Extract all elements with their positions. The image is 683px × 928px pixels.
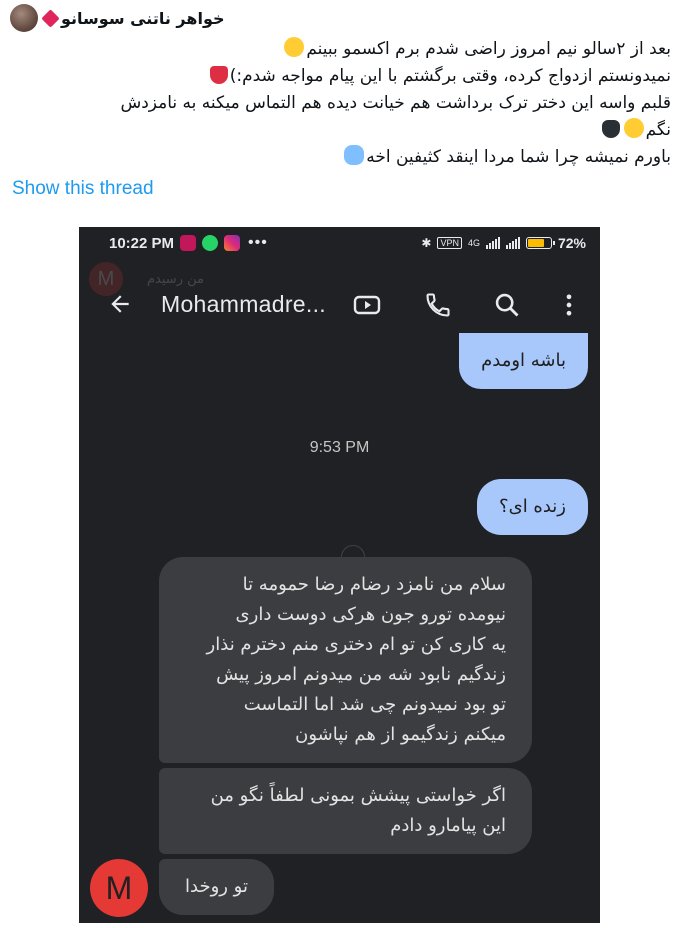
incoming-message[interactable]: سلام من نامزد رضام رضا حمومه تا نیومده ت… [159, 557, 532, 763]
tweet-line: قلبم واسه این دختر ترک برداشت هم خیانت د… [10, 90, 671, 117]
message-line: این پیامارو دادم [390, 815, 506, 836]
whatsapp-icon [202, 235, 219, 251]
signal-icon [485, 237, 500, 249]
black-heart-icon [601, 120, 620, 138]
tweet-line-text: بعد از ۲سالو نیم امروز راضی شدم برم اکسم… [306, 39, 671, 59]
phone-icon[interactable] [424, 291, 452, 319]
more-vert-icon[interactable] [555, 291, 583, 319]
battery-fill [527, 239, 544, 247]
incoming-message[interactable]: اگر خواستی پیشش بمونی لطفاً نگو من این پ… [159, 768, 532, 854]
attached-screenshot[interactable]: 10:22 PM ••• ✱ VPN 4G 72% M من رسیدم Moh… [79, 227, 600, 923]
show-thread-link[interactable]: Show this thread [12, 178, 154, 200]
more-notifications-icon: ••• [248, 234, 268, 251]
tweet-text: بعد از ۲سالو نیم امروز راضی شدم برم اکسم… [10, 36, 671, 171]
author-avatar[interactable] [10, 4, 38, 32]
vpn-badge: VPN [437, 237, 462, 249]
outgoing-message[interactable]: زنده ای؟ [477, 479, 588, 535]
battery-percent: 72% [557, 235, 586, 251]
tweet-line-text: نمیدونستم ازدواج کرده، وقتی برگشتم با ای… [229, 66, 671, 86]
status-indicators: ✱ VPN 4G 72% [421, 235, 586, 251]
tweet-line-text: قلبم واسه این دختر ترک برداشت هم خیانت د… [120, 93, 671, 113]
message-line: یه کاری کن تو ام دختری منم دخترم نذار [206, 634, 506, 655]
message-line: نیومده تورو جون هرکی دوست داری [235, 604, 506, 625]
conversation-app-bar: Mohammadre... [79, 279, 600, 329]
back-arrow-icon[interactable] [107, 291, 133, 317]
slightly-smiling-face-icon [284, 37, 305, 57]
author-name-text: خواهر ناتنی سوسانو [61, 8, 225, 28]
instagram-icon [224, 235, 241, 251]
broken-heart-icon [209, 66, 228, 84]
tweet-line-text: باورم نمیشه چرا شما مردا اینقد کثیفین اخ… [366, 147, 671, 167]
status-time: 10:22 PM [109, 234, 175, 252]
bluetooth-icon: ✱ [421, 236, 432, 250]
tweet-line: بعد از ۲سالو نیم امروز راضی شدم برم اکسم… [10, 36, 671, 63]
pensive-face-icon [623, 118, 644, 138]
search-icon[interactable] [493, 291, 521, 319]
message-timestamp: 9:53 PM [309, 439, 370, 456]
play-icon [180, 235, 197, 251]
message-line: زندگیم نابود شه من میدونم امروز پیش [216, 664, 506, 685]
message-line: تو بود نمیدونم چی شد اما التماست [243, 694, 506, 715]
message-line: سلام من نامزد رضام رضا حمومه تا [242, 574, 506, 595]
tweet-line-text: نگم [645, 120, 671, 140]
tweet-line: نمیدونستم ازدواج کرده، وقتی برگشتم با ای… [10, 63, 671, 90]
message-line: اگر خواستی پیشش بمونی لطفاً نگو من [210, 785, 506, 806]
network-type: 4G [467, 238, 480, 248]
red-diamond-icon [41, 8, 60, 28]
status-bar: 10:22 PM ••• ✱ VPN 4G 72% [79, 227, 600, 259]
incoming-message[interactable]: تو روخدا [159, 859, 274, 915]
loudly-crying-face-icon [344, 145, 365, 165]
message-line: میکنم زندگیمو از هم نپاشون [295, 724, 506, 745]
signal-icon-2 [505, 237, 520, 249]
tweet-header: خواهر ناتنی سوسانو [10, 4, 673, 32]
contact-name[interactable]: Mohammadre... [161, 291, 326, 318]
tweet-line: نگم [10, 117, 671, 144]
tweet-line: باورم نمیشه چرا شما مردا اینقد کثیفین اخ… [10, 144, 671, 171]
video-call-icon[interactable] [353, 291, 381, 319]
author-name[interactable]: خواهر ناتنی سوسانو [41, 8, 225, 28]
sender-avatar[interactable]: M [90, 859, 148, 917]
battery-icon [525, 237, 555, 249]
outgoing-message[interactable]: باشه اومدم [459, 333, 588, 389]
